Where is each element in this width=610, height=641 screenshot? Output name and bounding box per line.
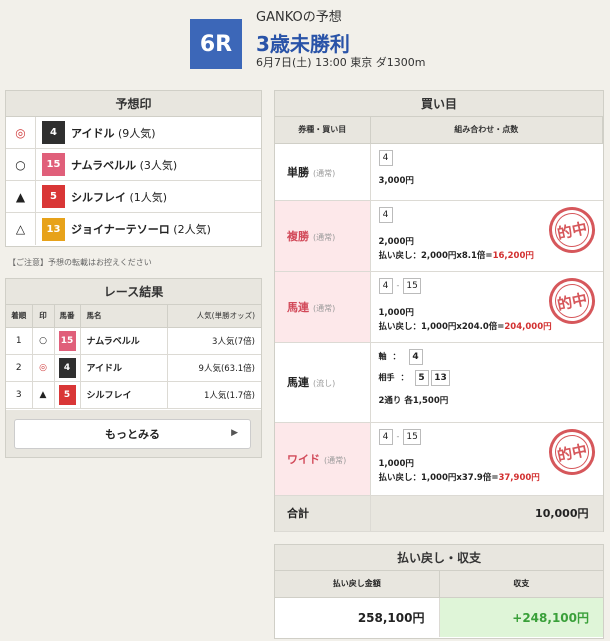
col-mark: 印: [32, 305, 55, 328]
bet-row: 馬連 (流し) 軸： 4 相手： 5 13 2通り 各1,500円: [275, 342, 603, 423]
total-label: 合計: [275, 495, 371, 532]
horse-name[interactable]: ナムラベルル (3人気): [71, 157, 177, 173]
mark-circle-icon: ○: [6, 149, 36, 180]
race-name: 3歳未勝利: [256, 32, 350, 56]
mark-circle-icon: ○: [32, 327, 55, 355]
bets-panel: 買い目 券種・買い目 組み合わせ・点数 単勝 (通常) 4 3,000円 複勝 (通…: [274, 90, 604, 532]
mark-double-circle-icon: ◎: [32, 354, 55, 382]
popularity: 9人気(63.1倍): [167, 354, 261, 382]
partner-label: 相手: [378, 372, 395, 382]
show-more-label: もっとみる: [105, 428, 160, 441]
horse-number: 13: [42, 217, 65, 241]
summary-panel: 払い戻し・収支 払い戻し金額 収支 258,100円 +248,100円: [274, 544, 604, 639]
bet-amount: 2通り 各1,500円: [378, 395, 449, 406]
table-row: 3 ▲ 5 シルフレイ 1人気(1.7倍): [6, 381, 261, 409]
caution-note: 【ご注意】予想の転載はお控えください: [8, 258, 152, 267]
horse-name[interactable]: シルフレイ: [80, 381, 168, 409]
combo-number: 15: [403, 428, 421, 445]
bet-subtype: (流し): [313, 379, 336, 388]
col-combination: 組み合わせ・点数: [370, 117, 603, 144]
results-panel: レース結果 着順 印 馬番 馬名 人気(単勝オッズ) 1 ○ 15 ナムラベルル…: [5, 278, 262, 411]
col-payout: 払い戻し金額: [275, 571, 440, 598]
mark-triangle-icon: ▲: [6, 181, 36, 212]
horse-name[interactable]: ジョイナーテソーロ (2人気): [71, 221, 211, 237]
rank: 3: [6, 381, 33, 409]
axis-label: 軸: [378, 351, 387, 361]
payout-total: 258,100円: [275, 597, 440, 637]
col-horse: 馬名: [80, 305, 168, 328]
bet-type: 単勝: [287, 165, 309, 179]
forecaster-name: GANKOの予想: [256, 10, 342, 25]
race-info: 6月7日(土) 13:00 東京 ダ1300m: [256, 56, 426, 69]
chevron-right-icon: ▶: [231, 428, 238, 438]
bet-subtype: (通常): [313, 168, 336, 178]
bet-row: 複勝 (通常) 4 2,000円 払い戻し：2,000円x8.1倍=16,200円…: [275, 200, 603, 272]
total-row: 合計 10,000円: [275, 495, 603, 532]
bet-row: 馬連 (通常) 4-15 1,000円 払い戻し：1,000円x204.0倍=20…: [275, 271, 603, 343]
bet-type: 複勝: [287, 229, 309, 243]
col-rank: 着順: [6, 305, 33, 328]
combo-number: 5: [414, 369, 429, 386]
horse-number: 5: [42, 185, 65, 208]
col-popularity: 人気(単勝オッズ): [167, 305, 261, 328]
combo-number: 4: [408, 348, 423, 365]
table-row: 1 ○ 15 ナムラベルル 3人気(7倍): [6, 327, 261, 355]
summary-title: 払い戻し・収支: [275, 545, 603, 571]
bet-amount: 3,000円: [378, 175, 414, 186]
popularity: 3人気(7倍): [167, 327, 261, 355]
profit-value: +248,100円: [439, 597, 603, 637]
horse-name[interactable]: アイドル: [80, 354, 168, 382]
combo-number: 4: [378, 206, 393, 223]
col-number: 馬番: [54, 305, 81, 328]
prediction-row: ▲ 5 シルフレイ (1人気): [6, 181, 261, 213]
horse-number: 5: [58, 384, 76, 405]
prediction-row: ◎ 4 アイドル (9人気): [6, 117, 261, 149]
horse-number: 15: [58, 330, 76, 351]
table-row: 2 ◎ 4 アイドル 9人気(63.1倍): [6, 354, 261, 382]
results-title: レース結果: [6, 279, 261, 305]
bet-type: 馬連: [287, 300, 309, 314]
horse-name[interactable]: アイドル (9人気): [71, 125, 156, 141]
popularity: 1人気(1.7倍): [167, 381, 261, 409]
prediction-row: △ 13 ジョイナーテソーロ (2人気): [6, 213, 261, 245]
race-number-badge: 6R: [190, 19, 242, 69]
horse-number: 15: [42, 153, 65, 176]
bets-title: 買い目: [275, 91, 603, 117]
mark-open-triangle-icon: △: [6, 213, 36, 245]
prediction-panel: 予想印 ◎ 4 アイドル (9人気) ○ 15 ナムラベルル (3人気) ▲ 5…: [5, 90, 262, 247]
mark-double-circle-icon: ◎: [6, 117, 36, 148]
combo-number: 4: [378, 277, 393, 294]
combo-number: 4: [378, 149, 393, 166]
prediction-title: 予想印: [6, 91, 261, 117]
bet-type: ワイド: [287, 452, 320, 466]
bet-type: 馬連: [287, 376, 309, 389]
bet-row: 単勝 (通常) 4 3,000円: [275, 143, 603, 201]
rank: 2: [6, 354, 33, 382]
bet-subtype: (通常): [313, 232, 336, 242]
prediction-row: ○ 15 ナムラベルル (3人気): [6, 149, 261, 181]
bet-subtype: (通常): [324, 455, 347, 465]
combo-number: 4: [378, 428, 393, 445]
col-bet-type: 券種・買い目: [275, 117, 371, 144]
combo-number: 15: [403, 277, 421, 294]
horse-name[interactable]: シルフレイ (1人気): [71, 189, 167, 205]
col-balance: 収支: [439, 571, 603, 598]
horse-number: 4: [42, 121, 65, 144]
mark-triangle-icon: ▲: [32, 381, 55, 409]
combo-number: 13: [431, 369, 450, 386]
bet-row: ワイド (通常) 4-15 1,000円 払い戻し：1,000円x37.9倍=37…: [275, 422, 603, 496]
total-value: 10,000円: [370, 495, 603, 532]
rank: 1: [6, 327, 33, 355]
horse-number: 4: [58, 357, 76, 378]
horse-name[interactable]: ナムラベルル: [80, 327, 168, 355]
bet-subtype: (通常): [313, 303, 336, 313]
show-more-button[interactable]: もっとみる ▶: [14, 419, 251, 449]
